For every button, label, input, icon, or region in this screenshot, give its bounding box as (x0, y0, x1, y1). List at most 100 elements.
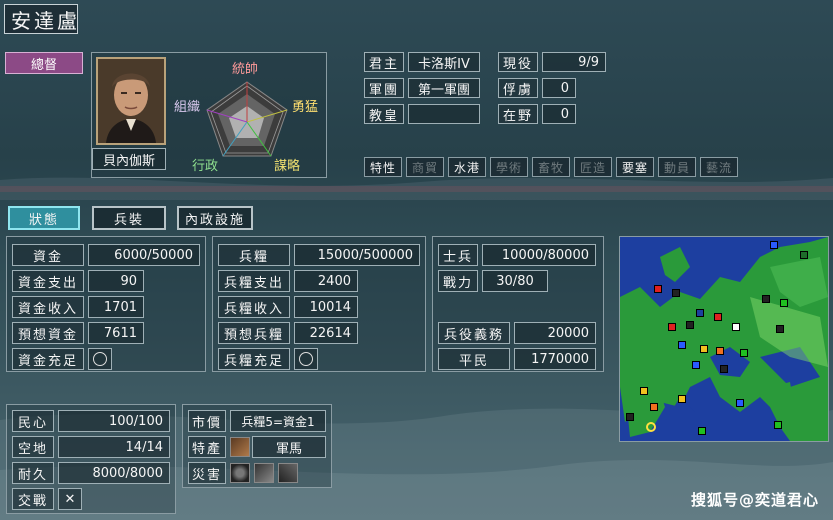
provisions-value: 15000/500000 (294, 244, 420, 266)
provisions-expense-label: 兵糧支出 (218, 270, 290, 292)
civilians-label: 平民 (438, 348, 510, 370)
map-marker[interactable] (732, 323, 740, 331)
general-name[interactable]: 貝內伽斯 (92, 148, 166, 170)
funds-income-label: 資金收入 (12, 296, 84, 318)
map-marker[interactable] (700, 345, 708, 353)
funds-expense-value: 90 (88, 270, 144, 292)
price-value: 兵糧5=資金1 (230, 410, 326, 432)
trait-mobilize: 動員 (658, 157, 696, 177)
map-marker[interactable] (696, 309, 704, 317)
plague-icon (230, 463, 250, 483)
map-marker[interactable] (720, 365, 728, 373)
price-label: 市價 (188, 410, 226, 432)
map-marker[interactable] (678, 341, 686, 349)
stats-pentagon: 統帥 組織 勇猛 行政 謀略 (170, 56, 324, 174)
funds-forecast-label: 預想資金 (12, 322, 84, 344)
map-marker[interactable] (774, 421, 782, 429)
trait-academy: 學術 (490, 157, 528, 177)
provisions-enough-label: 兵糧充足 (218, 348, 290, 370)
land-label: 空地 (12, 436, 54, 458)
map-marker[interactable] (654, 285, 662, 293)
map-marker[interactable] (770, 241, 778, 249)
map-marker[interactable] (776, 325, 784, 333)
traits-header: 特性 (364, 157, 402, 177)
provisions-expense-value: 2400 (294, 270, 358, 292)
provisions-label: 兵糧 (218, 244, 290, 266)
army-value: 第一軍團 (408, 78, 480, 98)
morale-value: 100/100 (58, 410, 170, 432)
pope-value (408, 104, 480, 124)
tab-facilities[interactable]: 內政設施 (177, 206, 253, 230)
stat-strategy-label: 謀略 (274, 159, 301, 174)
map-marker[interactable] (668, 323, 676, 331)
army-label: 軍團 (364, 78, 404, 98)
horse-icon (230, 437, 250, 457)
pope-label: 教皇 (364, 104, 404, 124)
provisions-forecast-label: 預想兵糧 (218, 322, 290, 344)
locust-icon (254, 463, 274, 483)
lord-label: 君主 (364, 52, 404, 72)
captive-value: 0 (542, 78, 576, 98)
map-marker[interactable] (650, 403, 658, 411)
soldiers-label: 士兵 (438, 244, 478, 266)
wild-label: 在野 (498, 104, 538, 124)
current-city-marker-icon[interactable] (646, 422, 656, 432)
map-marker[interactable] (780, 299, 788, 307)
funds-value: 6000/50000 (88, 244, 200, 266)
map-marker[interactable] (678, 395, 686, 403)
map-marker[interactable] (740, 349, 748, 357)
duty-label: 兵役義務 (438, 322, 510, 344)
duty-value: 20000 (514, 322, 596, 344)
tab-equipment[interactable]: 兵裝 (92, 206, 166, 230)
captive-label: 俘虜 (498, 78, 538, 98)
map-marker[interactable] (686, 321, 694, 329)
funds-enough-indicator (88, 348, 112, 370)
disaster-label: 災害 (188, 462, 226, 484)
active-label: 現役 (498, 52, 538, 72)
power-label: 戰力 (438, 270, 478, 292)
specialty-label: 特產 (188, 436, 226, 458)
map-marker[interactable] (692, 361, 700, 369)
trait-fortress: 要塞 (616, 157, 654, 177)
trait-arts: 藝流 (700, 157, 738, 177)
minimap[interactable] (619, 236, 829, 442)
general-portrait[interactable] (96, 57, 166, 145)
trait-harbor: 水港 (448, 157, 486, 177)
durability-value: 8000/8000 (58, 462, 170, 484)
funds-forecast-value: 7611 (88, 322, 144, 344)
soldiers-value: 10000/80000 (482, 244, 596, 266)
circle-icon (93, 352, 107, 366)
funds-income-value: 1701 (88, 296, 144, 318)
trait-trade: 商貿 (406, 157, 444, 177)
rank-badge: 總督 (5, 52, 83, 74)
map-marker[interactable] (716, 347, 724, 355)
portrait-face-icon (98, 59, 164, 143)
specialty-value: 軍馬 (252, 436, 326, 458)
provisions-enough-indicator (294, 348, 318, 370)
battle-label: 交戰 (12, 488, 54, 510)
provisions-income-value: 10014 (294, 296, 358, 318)
map-marker[interactable] (762, 295, 770, 303)
provisions-forecast-value: 22614 (294, 322, 358, 344)
lord-value: 卡洛斯IV (408, 52, 480, 72)
map-marker[interactable] (640, 387, 648, 395)
civilians-value: 1770000 (514, 348, 596, 370)
map-marker[interactable] (736, 399, 744, 407)
battle-indicator: ✕ (58, 488, 82, 510)
stat-command-label: 統帥 (232, 62, 259, 77)
active-value: 9/9 (542, 52, 606, 72)
stat-admin-label: 行政 (192, 159, 219, 174)
map-marker[interactable] (698, 427, 706, 435)
map-marker[interactable] (800, 251, 808, 259)
map-marker[interactable] (626, 413, 634, 421)
trait-craft: 匠造 (574, 157, 612, 177)
watermark-text: 搜狐号@奕道君心 (690, 491, 819, 509)
funds-enough-label: 資金充足 (12, 348, 84, 370)
storm-icon (278, 463, 298, 483)
map-marker[interactable] (672, 289, 680, 297)
tab-status[interactable]: 狀態 (8, 206, 80, 230)
map-marker[interactable] (714, 313, 722, 321)
wild-value: 0 (542, 104, 576, 124)
funds-expense-label: 資金支出 (12, 270, 84, 292)
funds-label: 資金 (12, 244, 84, 266)
